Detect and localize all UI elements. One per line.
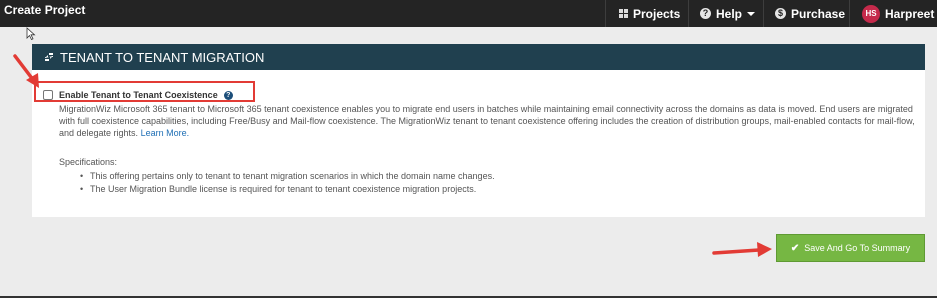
- list-item: The User Migration Bundle license is req…: [80, 183, 495, 196]
- specifications-title: Specifications:: [59, 157, 118, 167]
- nav-projects-label: Projects: [633, 6, 681, 21]
- save-and-go-to-summary-button[interactable]: ✔ Save And Go To Summary: [776, 234, 925, 262]
- top-navbar: Create Project Projects ? Help $ Purchas…: [0, 0, 937, 27]
- grid-icon: [619, 9, 628, 18]
- annotation-arrow-icon: [712, 242, 772, 257]
- transfer-icon: [45, 53, 53, 61]
- panel-header: TENANT TO TENANT MIGRATION: [32, 44, 925, 70]
- specifications-list: This offering pertains only to tenant to…: [80, 170, 495, 196]
- page-title: Create Project: [4, 3, 86, 17]
- caret-down-icon: [747, 11, 756, 16]
- help-icon[interactable]: ?: [223, 90, 233, 100]
- nav-purchase[interactable]: $ Purchase: [775, 0, 845, 27]
- nav-divider: [605, 0, 606, 27]
- user-name: Harpreet S: [885, 6, 937, 21]
- checkmark-icon: ✔: [790, 242, 800, 254]
- coexistence-description: MigrationWiz Microsoft 365 tenant to Mic…: [59, 103, 919, 139]
- panel-title: TENANT TO TENANT MIGRATION: [60, 49, 265, 65]
- coexistence-checkbox-label: Enable Tenant to Tenant Coexistence: [59, 90, 218, 100]
- avatar: HS: [862, 4, 880, 23]
- coexistence-checkbox-row[interactable]: Enable Tenant to Tenant Coexistence ?: [43, 90, 233, 100]
- dollar-circle-icon: $: [775, 8, 786, 19]
- user-menu[interactable]: HS Harpreet S: [862, 0, 937, 27]
- list-item: This offering pertains only to tenant to…: [80, 170, 495, 183]
- save-button-label: Save And Go To Summary: [804, 243, 911, 253]
- annotation-arrow-icon: [13, 54, 39, 88]
- nav-help[interactable]: ? Help: [700, 0, 756, 27]
- nav-divider: [688, 0, 689, 27]
- nav-purchase-label: Purchase: [791, 6, 846, 21]
- nav-projects[interactable]: Projects: [619, 0, 680, 27]
- nav-help-label: Help: [716, 6, 743, 21]
- nav-divider: [849, 0, 850, 27]
- nav-divider: [763, 0, 764, 27]
- coexistence-checkbox[interactable]: [43, 90, 53, 100]
- mouse-cursor-icon: [26, 27, 36, 40]
- question-circle-icon: ?: [700, 8, 711, 19]
- learn-more-link[interactable]: Learn More.: [141, 128, 190, 138]
